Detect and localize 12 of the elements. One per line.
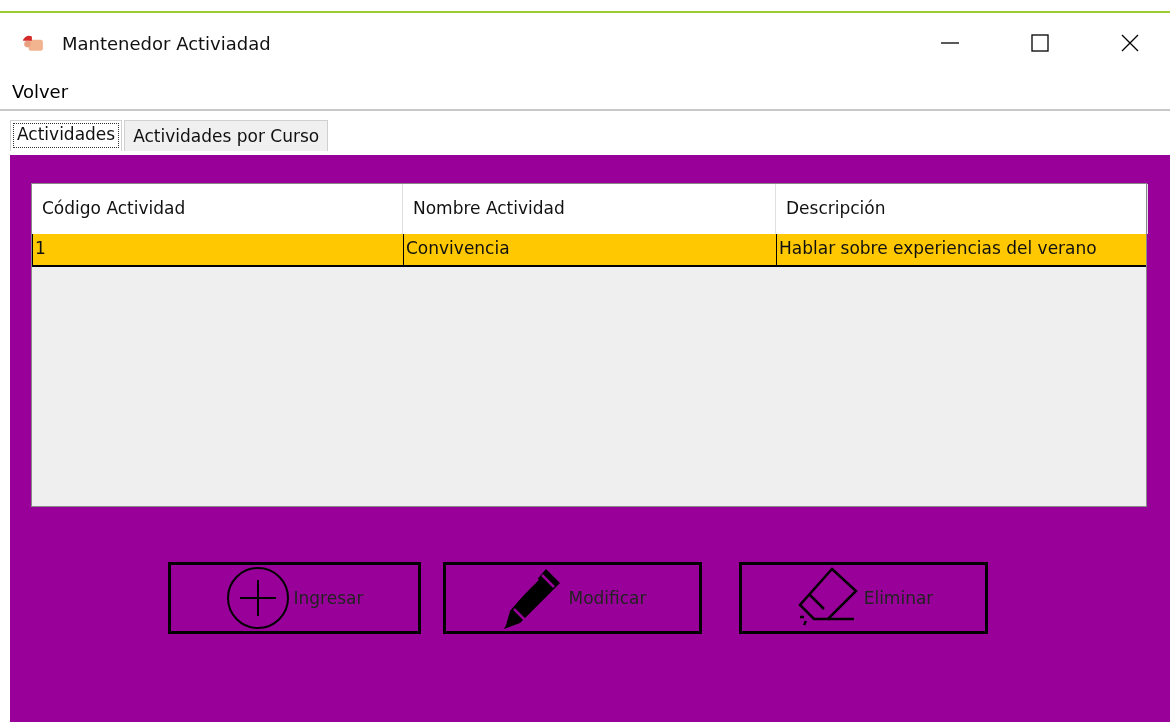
table-row[interactable]: 1 Convivencia Hablar sobre experiencias del verano: [32, 234, 1146, 267]
tab[interactable]: Actividades: [10, 120, 123, 151]
table-cell: Convivencia: [403, 234, 776, 265]
app-icon: [22, 34, 44, 52]
table-cell: 1: [32, 234, 403, 265]
close-icon[interactable]: [1120, 33, 1140, 53]
maximize-icon[interactable]: [1030, 33, 1050, 53]
window-title: Mantenedor Activiadad: [62, 32, 271, 54]
tab[interactable]: Actividades por Curso: [124, 120, 329, 151]
table-cell: Hablar sobre experiencias del verano: [776, 234, 1148, 265]
plus-circle-icon: [225, 566, 290, 630]
menu-item[interactable]: Volver: [12, 80, 69, 102]
